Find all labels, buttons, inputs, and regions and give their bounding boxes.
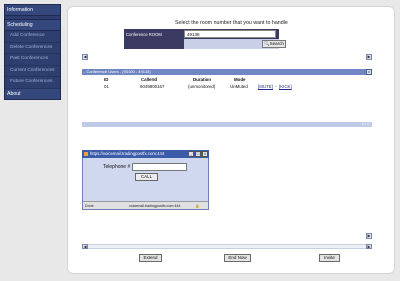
sidebar-item-future-conferences[interactable]: Future Conferences [5,77,60,89]
popup-statusbar: Done voicemail.tradingpostfx.com:444 🔒 [83,201,208,209]
column-header-callerid: CallerId [141,77,158,82]
sidebar-item-current-conferences[interactable]: Current Conferences [5,66,60,77]
maximize-icon[interactable]: □ [195,151,201,157]
browser-icon [84,152,88,156]
sidebar: Information Scheduling Add Conference De… [4,4,61,100]
sidebar-item-delete-conferences[interactable]: Delete Conferences [5,43,60,54]
kick-link[interactable]: [KICK] [279,84,292,89]
close-icon[interactable]: x [366,69,372,75]
row-duration: (unmonitored) [188,84,216,89]
table-horizontal-scrollbar[interactable] [82,122,372,127]
sidebar-section-scheduling[interactable]: Scheduling [5,19,60,31]
sidebar-section-about[interactable]: About [5,88,60,99]
action-separator: - [275,84,277,89]
bottom-horizontal-scrollbar[interactable] [82,244,372,249]
end-now-button[interactable]: End Now [224,254,251,262]
call-button[interactable]: CALL [135,173,158,181]
mute-link[interactable]: [MUTE] [258,84,273,89]
search-button[interactable]: 🔍Search [262,40,286,48]
extend-button[interactable]: Extend [139,254,162,262]
column-header-mode: Mode [234,77,246,82]
scroll-up-arrow-left[interactable]: ◀ [82,54,88,60]
room-select-prompt: Select the room number that you want to … [175,20,288,26]
sidebar-item-add-conference[interactable]: Add Conference [5,31,60,43]
bottom-scroll-left-arrow[interactable]: ◀ [82,244,88,249]
row-mode: UnMuted [230,84,248,89]
search-button-label: Search [269,41,284,46]
bottom-scroll-right-arrow[interactable]: ▶ [366,244,372,249]
lower-scroll-right-arrow[interactable]: ▶ [366,233,372,239]
column-header-duration: Duration [193,77,212,82]
table-page-indicator: 1 / 1 [362,122,369,126]
close-window-icon[interactable]: × [202,151,208,157]
conference-room-input[interactable]: 49138 [184,30,276,38]
row-id: 01 [104,84,109,89]
status-text: Done [85,204,94,208]
invite-button[interactable]: Invite [319,254,340,262]
status-url: voicemail.tradingpostfx.com:444 [129,204,181,208]
sidebar-item-past-conferences[interactable]: Past Conferences [5,54,60,66]
column-header-id: ID [104,77,109,82]
conference-users-header: - Conference Users - (93100 - 49138) [82,69,372,75]
sidebar-header-information[interactable]: Information [5,5,60,16]
telephone-input[interactable] [132,163,187,171]
lock-icon: 🔒 [195,204,200,208]
row-callerid: 6049800167 [140,84,165,89]
scroll-up-arrow-right[interactable]: ▶ [366,54,372,60]
minimize-icon[interactable]: _ [188,151,194,157]
conference-room-label: Conference ROOM [126,32,162,37]
